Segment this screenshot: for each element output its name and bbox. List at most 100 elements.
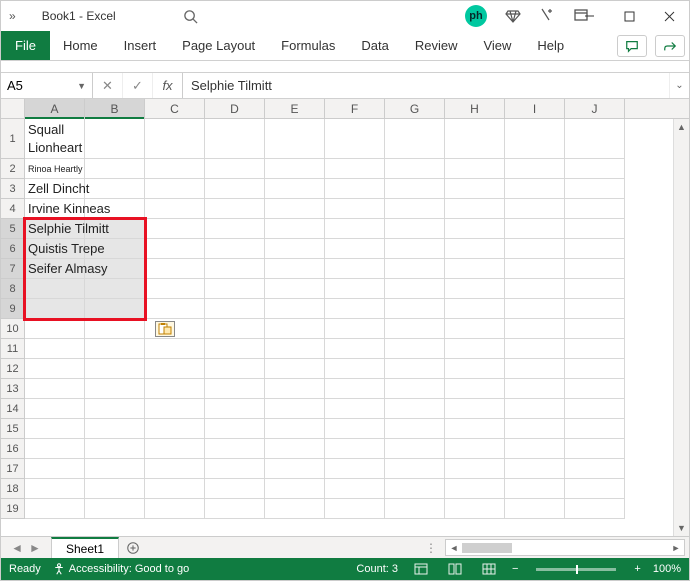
- cell[interactable]: [505, 159, 565, 179]
- cell[interactable]: [505, 499, 565, 519]
- cell[interactable]: [565, 359, 625, 379]
- row-header[interactable]: 16: [1, 439, 25, 459]
- cell[interactable]: [385, 439, 445, 459]
- cell[interactable]: [325, 339, 385, 359]
- cell[interactable]: [25, 479, 85, 499]
- cell[interactable]: Squall Lionheart: [25, 119, 85, 159]
- cell[interactable]: [265, 239, 325, 259]
- cell[interactable]: [265, 159, 325, 179]
- cell[interactable]: [325, 259, 385, 279]
- cell[interactable]: [565, 199, 625, 219]
- cell[interactable]: [445, 499, 505, 519]
- row-header[interactable]: 15: [1, 419, 25, 439]
- row-header[interactable]: 2: [1, 159, 25, 179]
- cell[interactable]: [325, 299, 385, 319]
- cell[interactable]: [265, 399, 325, 419]
- cell[interactable]: [85, 339, 145, 359]
- cell[interactable]: [265, 119, 325, 159]
- column-header[interactable]: F: [325, 99, 385, 118]
- row-header[interactable]: 14: [1, 399, 25, 419]
- cell[interactable]: [25, 279, 85, 299]
- cell[interactable]: [565, 279, 625, 299]
- column-header[interactable]: H: [445, 99, 505, 118]
- row-header[interactable]: 18: [1, 479, 25, 499]
- cell[interactable]: [25, 399, 85, 419]
- column-header[interactable]: E: [265, 99, 325, 118]
- cell[interactable]: [565, 499, 625, 519]
- cell[interactable]: [85, 479, 145, 499]
- cell[interactable]: [385, 179, 445, 199]
- cell[interactable]: [85, 359, 145, 379]
- cell[interactable]: [325, 179, 385, 199]
- cell[interactable]: [85, 439, 145, 459]
- cell[interactable]: [205, 299, 265, 319]
- cell[interactable]: [205, 219, 265, 239]
- sheet-nav-prev-icon[interactable]: ◄: [11, 541, 23, 555]
- cell[interactable]: [265, 359, 325, 379]
- cell[interactable]: [505, 259, 565, 279]
- cell[interactable]: [385, 459, 445, 479]
- cell[interactable]: [325, 239, 385, 259]
- cell[interactable]: [25, 459, 85, 479]
- cell[interactable]: [205, 179, 265, 199]
- cell[interactable]: [565, 439, 625, 459]
- cell[interactable]: [205, 439, 265, 459]
- cell[interactable]: [325, 439, 385, 459]
- cell[interactable]: [265, 319, 325, 339]
- diamond-icon[interactable]: [505, 7, 521, 26]
- row-header[interactable]: 10: [1, 319, 25, 339]
- maximize-button[interactable]: [609, 1, 649, 31]
- cells-area[interactable]: 1Squall Lionheart2Rinoa Heartly3Zell Din…: [1, 119, 689, 536]
- cell[interactable]: [205, 499, 265, 519]
- cell[interactable]: [25, 419, 85, 439]
- sheet-nav-next-icon[interactable]: ►: [29, 541, 41, 555]
- row-header[interactable]: 13: [1, 379, 25, 399]
- cell[interactable]: [145, 479, 205, 499]
- column-header[interactable]: A: [25, 99, 85, 118]
- cell[interactable]: [145, 319, 205, 339]
- cell[interactable]: [85, 499, 145, 519]
- cell[interactable]: [445, 179, 505, 199]
- name-box[interactable]: A5 ▼: [1, 73, 93, 98]
- cell[interactable]: [505, 459, 565, 479]
- cell[interactable]: [25, 339, 85, 359]
- cell[interactable]: [505, 479, 565, 499]
- scroll-split-icon[interactable]: ⋮: [421, 537, 441, 558]
- cell[interactable]: [265, 279, 325, 299]
- select-all-corner[interactable]: [1, 99, 25, 118]
- scroll-left-icon[interactable]: ◄: [446, 543, 462, 553]
- cell[interactable]: [205, 279, 265, 299]
- cell[interactable]: [565, 479, 625, 499]
- cell[interactable]: [325, 219, 385, 239]
- cell[interactable]: [265, 439, 325, 459]
- tab-help[interactable]: Help: [524, 31, 577, 60]
- tab-data[interactable]: Data: [348, 31, 401, 60]
- cell[interactable]: [565, 379, 625, 399]
- cell[interactable]: [25, 299, 85, 319]
- cell[interactable]: [25, 439, 85, 459]
- vertical-scrollbar[interactable]: ▲ ▼: [673, 119, 689, 536]
- scroll-right-icon[interactable]: ►: [668, 543, 684, 553]
- tab-page-layout[interactable]: Page Layout: [169, 31, 268, 60]
- cell[interactable]: [385, 499, 445, 519]
- cell[interactable]: [505, 279, 565, 299]
- search-icon[interactable]: [181, 7, 199, 25]
- cell[interactable]: [265, 499, 325, 519]
- cell[interactable]: [385, 199, 445, 219]
- cell[interactable]: [205, 259, 265, 279]
- tab-review[interactable]: Review: [402, 31, 471, 60]
- cell[interactable]: [385, 119, 445, 159]
- cell[interactable]: [565, 459, 625, 479]
- cell[interactable]: [265, 179, 325, 199]
- sheet-tab-active[interactable]: Sheet1: [51, 537, 119, 558]
- cell[interactable]: [565, 319, 625, 339]
- cell[interactable]: [145, 219, 205, 239]
- cell[interactable]: Irvine Kinneas: [25, 199, 85, 219]
- cell[interactable]: [445, 339, 505, 359]
- cell[interactable]: [325, 119, 385, 159]
- comments-button[interactable]: [617, 35, 647, 57]
- cell[interactable]: [145, 279, 205, 299]
- cell[interactable]: [145, 399, 205, 419]
- zoom-in-icon[interactable]: +: [634, 563, 640, 575]
- cell[interactable]: [265, 299, 325, 319]
